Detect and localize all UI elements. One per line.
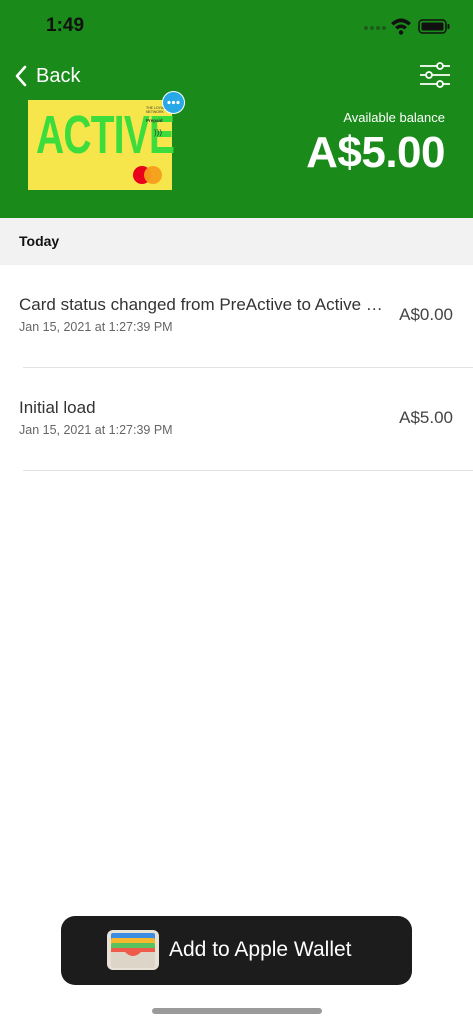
status-icons (364, 18, 450, 35)
status-time: 1:49 (46, 15, 85, 36)
transaction-amount: A$0.00 (399, 305, 453, 324)
section-header-today: Today (0, 218, 473, 265)
card-prepaid-label: Prepaid (146, 118, 163, 123)
mastercard-logo-overlap (144, 166, 162, 184)
more-dots-icon[interactable] (162, 91, 185, 114)
wifi-icon (391, 18, 411, 35)
transaction-date: Jan 15, 2021 at 1:27:39 PM (19, 320, 173, 334)
transaction-row[interactable]: Card status changed from PreActive to Ac… (0, 265, 473, 368)
transaction-amount: A$5.00 (399, 408, 453, 427)
home-indicator[interactable] (152, 1008, 322, 1014)
signal-icon (364, 26, 386, 30)
transaction-row[interactable]: Initial load Jan 15, 2021 at 1:27:39 PM … (0, 368, 473, 471)
header: 1:49 Back ACTIVE THE LOYAL NETWORK Prepa… (0, 0, 473, 218)
filter-sliders-icon[interactable] (418, 62, 452, 88)
wallet-icon (107, 930, 159, 970)
balance-amount: A$5.00 (306, 128, 445, 177)
battery-icon (418, 19, 450, 34)
back-label: Back (36, 64, 81, 87)
transaction-title: Card status changed from PreActive to Ac… (19, 295, 387, 314)
wallet-label: Add to Apple Wallet (169, 938, 352, 961)
transaction-date: Jan 15, 2021 at 1:27:39 PM (19, 423, 173, 437)
transaction-title: Initial load (19, 398, 96, 417)
section-label: Today (19, 233, 60, 249)
back-button[interactable]: Back (14, 62, 80, 90)
contactless-icon: ))) (154, 128, 162, 137)
status-bar: 1:49 (0, 0, 473, 50)
card-image[interactable]: ACTIVE THE LOYAL NETWORK Prepaid ))) (28, 100, 175, 190)
add-to-apple-wallet-button[interactable]: Add to Apple Wallet (61, 916, 412, 985)
row-divider (23, 470, 473, 471)
back-chevron-icon (15, 65, 27, 87)
balance-label: Available balance (343, 110, 445, 125)
